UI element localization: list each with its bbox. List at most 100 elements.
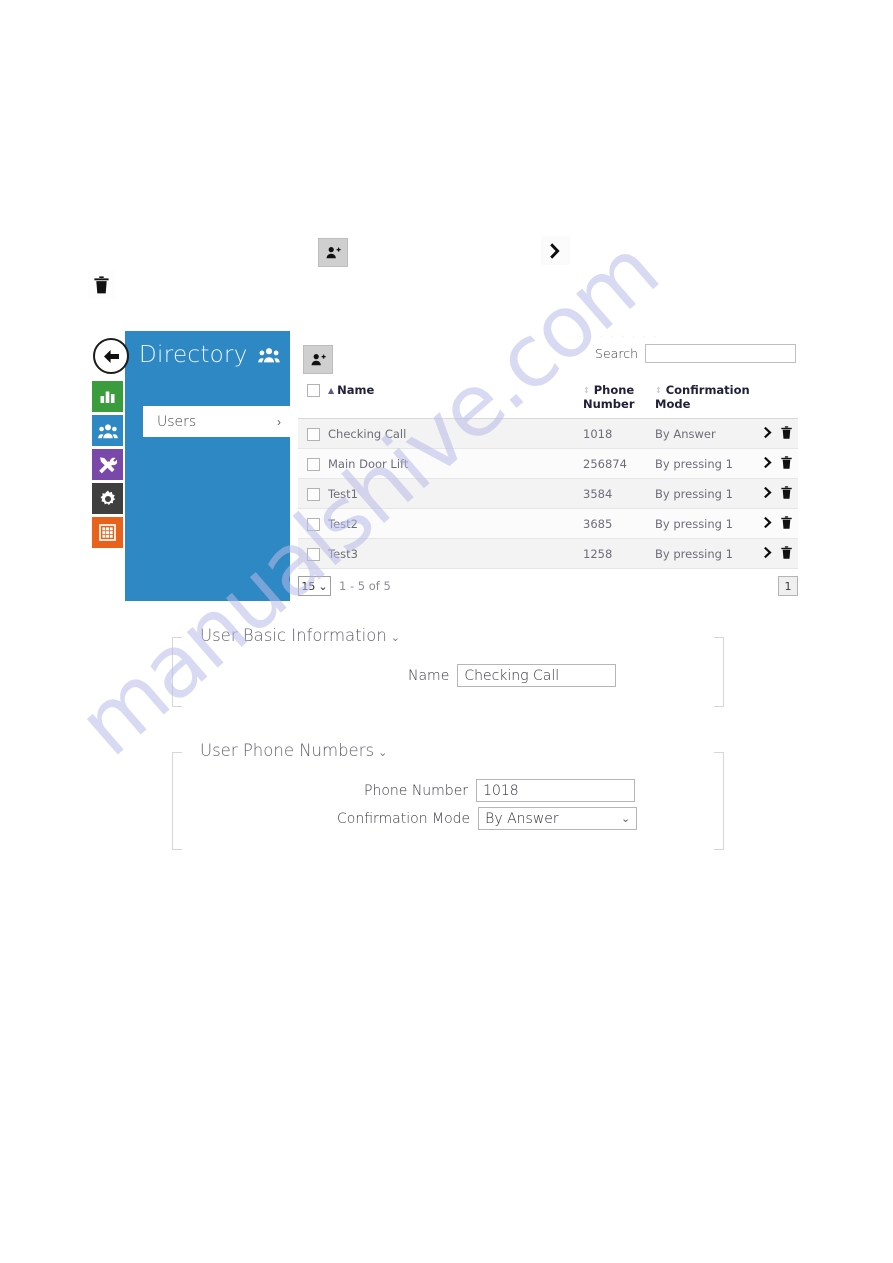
row-checkbox[interactable] xyxy=(307,457,320,471)
arrow-left-icon xyxy=(103,349,119,363)
table-row[interactable]: Test2 3685 By pressing 1 xyxy=(298,508,798,539)
sidebar-item-hardware[interactable] xyxy=(92,449,123,480)
sidebar-item-apps[interactable] xyxy=(92,517,123,548)
add-user-icon[interactable] xyxy=(318,238,348,267)
user-phone-numbers-section: User Phone Numbers ⌄ Phone Number 1018 Co… xyxy=(172,741,724,850)
cell-mode: By pressing 1 xyxy=(655,508,755,539)
sort-icon: ↕ xyxy=(583,386,590,395)
column-header-phone[interactable]: ↕ Phone Number xyxy=(583,383,655,419)
row-open-icon[interactable] xyxy=(764,546,773,562)
fieldset-bracket-right xyxy=(714,637,724,707)
column-header-actions xyxy=(755,383,798,419)
cell-mode: By pressing 1 xyxy=(655,538,755,569)
user-basic-information-section: User Basic Information ⌄ Name Checking Ca… xyxy=(172,626,724,707)
chevron-down-icon: ⌄ xyxy=(378,746,388,759)
column-header-mode[interactable]: ↕ Confirmation Mode xyxy=(655,383,755,419)
menu-title-bar: Directory xyxy=(125,331,290,379)
select-all-checkbox[interactable] xyxy=(307,384,320,397)
cell-name: Test3 xyxy=(328,538,583,569)
table-row[interactable]: Checking Call 1018 By Answer xyxy=(298,418,798,449)
table-row[interactable]: Main Door Lift 256874 By pressing 1 xyxy=(298,448,798,479)
cell-phone: 1258 xyxy=(583,538,655,569)
cell-phone: 256874 xyxy=(583,448,655,479)
cell-phone: 3584 xyxy=(583,478,655,509)
users-table-body: Checking Call 1018 By Answer Main Door L… xyxy=(298,418,798,569)
chevron-right-icon[interactable] xyxy=(541,236,570,265)
column-header-phone-label: Phone Number xyxy=(583,383,635,411)
search-area: Search xyxy=(595,344,796,363)
cell-actions xyxy=(755,538,798,569)
row-checkbox[interactable] xyxy=(307,487,320,501)
directory-menu-panel: Directory Users › xyxy=(125,331,290,601)
cell-name: Test1 xyxy=(328,478,583,509)
row-checkbox[interactable] xyxy=(307,517,320,531)
page-number-button[interactable]: 1 xyxy=(778,576,798,596)
row-select-cell xyxy=(298,508,328,539)
users-group-icon xyxy=(97,423,118,439)
cell-name: Main Door Lift xyxy=(328,448,583,479)
add-user-button[interactable] xyxy=(303,345,333,374)
field-label-name: Name xyxy=(408,667,450,684)
chevron-right-icon: › xyxy=(277,414,281,429)
tools-icon xyxy=(98,456,117,474)
row-select-cell xyxy=(298,478,328,509)
row-open-icon[interactable] xyxy=(764,456,773,472)
cell-mode: By pressing 1 xyxy=(655,478,755,509)
column-header-name-label: Name xyxy=(337,383,375,397)
phone-number-input[interactable]: 1018 xyxy=(476,779,636,802)
row-delete-icon[interactable] xyxy=(781,515,792,532)
sort-asc-icon: ▲ xyxy=(328,386,335,395)
field-confirmation-mode: Confirmation Mode By Answer ⌄ xyxy=(337,807,638,830)
cell-actions xyxy=(755,418,798,449)
row-delete-icon[interactable] xyxy=(781,455,792,472)
field-phone-number: Phone Number 1018 xyxy=(364,779,636,802)
sidebar-item-directory[interactable] xyxy=(92,415,123,446)
page-title: Directory xyxy=(139,342,248,368)
name-input[interactable]: Checking Call xyxy=(457,664,617,687)
section-title-basic[interactable]: User Basic Information ⌄ xyxy=(196,626,406,645)
page-size-select[interactable]: 15 ⌄ xyxy=(298,576,331,596)
row-open-icon[interactable] xyxy=(764,426,773,442)
chevron-down-icon: ⌄ xyxy=(318,579,328,593)
cell-name: Test2 xyxy=(328,508,583,539)
chevron-down-icon: ⌄ xyxy=(390,631,400,644)
sidebar-item-status[interactable] xyxy=(92,381,123,412)
row-select-cell xyxy=(298,538,328,569)
bar-chart-icon xyxy=(99,389,116,405)
table-toolbar: Search xyxy=(298,344,800,378)
column-header-mode-label: Confirmation Mode xyxy=(655,383,750,411)
cell-mode: By Answer xyxy=(655,418,755,449)
back-button[interactable] xyxy=(93,338,129,374)
table-row[interactable]: Test1 3584 By pressing 1 xyxy=(298,478,798,509)
row-select-cell xyxy=(298,448,328,479)
section-title-phone[interactable]: User Phone Numbers ⌄ xyxy=(196,741,394,760)
confirmation-mode-value: By Answer xyxy=(485,810,559,827)
sidebar-item-system[interactable] xyxy=(92,483,123,514)
trash-icon[interactable] xyxy=(88,270,115,299)
cell-phone: 1018 xyxy=(583,418,655,449)
cell-phone: 3685 xyxy=(583,508,655,539)
sort-icon: ↕ xyxy=(655,386,662,395)
table-row[interactable]: Test3 1258 By pressing 1 xyxy=(298,538,798,569)
content-area: · · · · · · · · Search ▲ Name ↕ Phone Nu… xyxy=(298,331,800,601)
row-delete-icon[interactable] xyxy=(781,425,792,442)
row-open-icon[interactable] xyxy=(764,516,773,532)
users-group-icon xyxy=(258,347,280,363)
row-delete-icon[interactable] xyxy=(781,545,792,562)
field-label-confirmation-mode: Confirmation Mode xyxy=(337,810,471,827)
page-range-label: 1 - 5 of 5 xyxy=(339,579,391,593)
row-delete-icon[interactable] xyxy=(781,485,792,502)
search-input[interactable] xyxy=(645,344,796,363)
pagination-bar: 15 ⌄ 1 - 5 of 5 1 xyxy=(298,574,798,598)
sidebar-item-label: Users xyxy=(157,413,197,430)
row-checkbox[interactable] xyxy=(307,427,320,441)
row-open-icon[interactable] xyxy=(764,486,773,502)
page-size-value: 15 xyxy=(301,579,316,593)
column-header-name[interactable]: ▲ Name xyxy=(328,383,583,419)
field-name: Name Checking Call xyxy=(408,664,617,687)
row-checkbox[interactable] xyxy=(307,547,320,561)
gear-icon xyxy=(99,490,117,508)
confirmation-mode-select[interactable]: By Answer ⌄ xyxy=(478,807,638,830)
sidebar-item-users[interactable]: Users › xyxy=(143,406,290,437)
cell-mode: By pressing 1 xyxy=(655,448,755,479)
